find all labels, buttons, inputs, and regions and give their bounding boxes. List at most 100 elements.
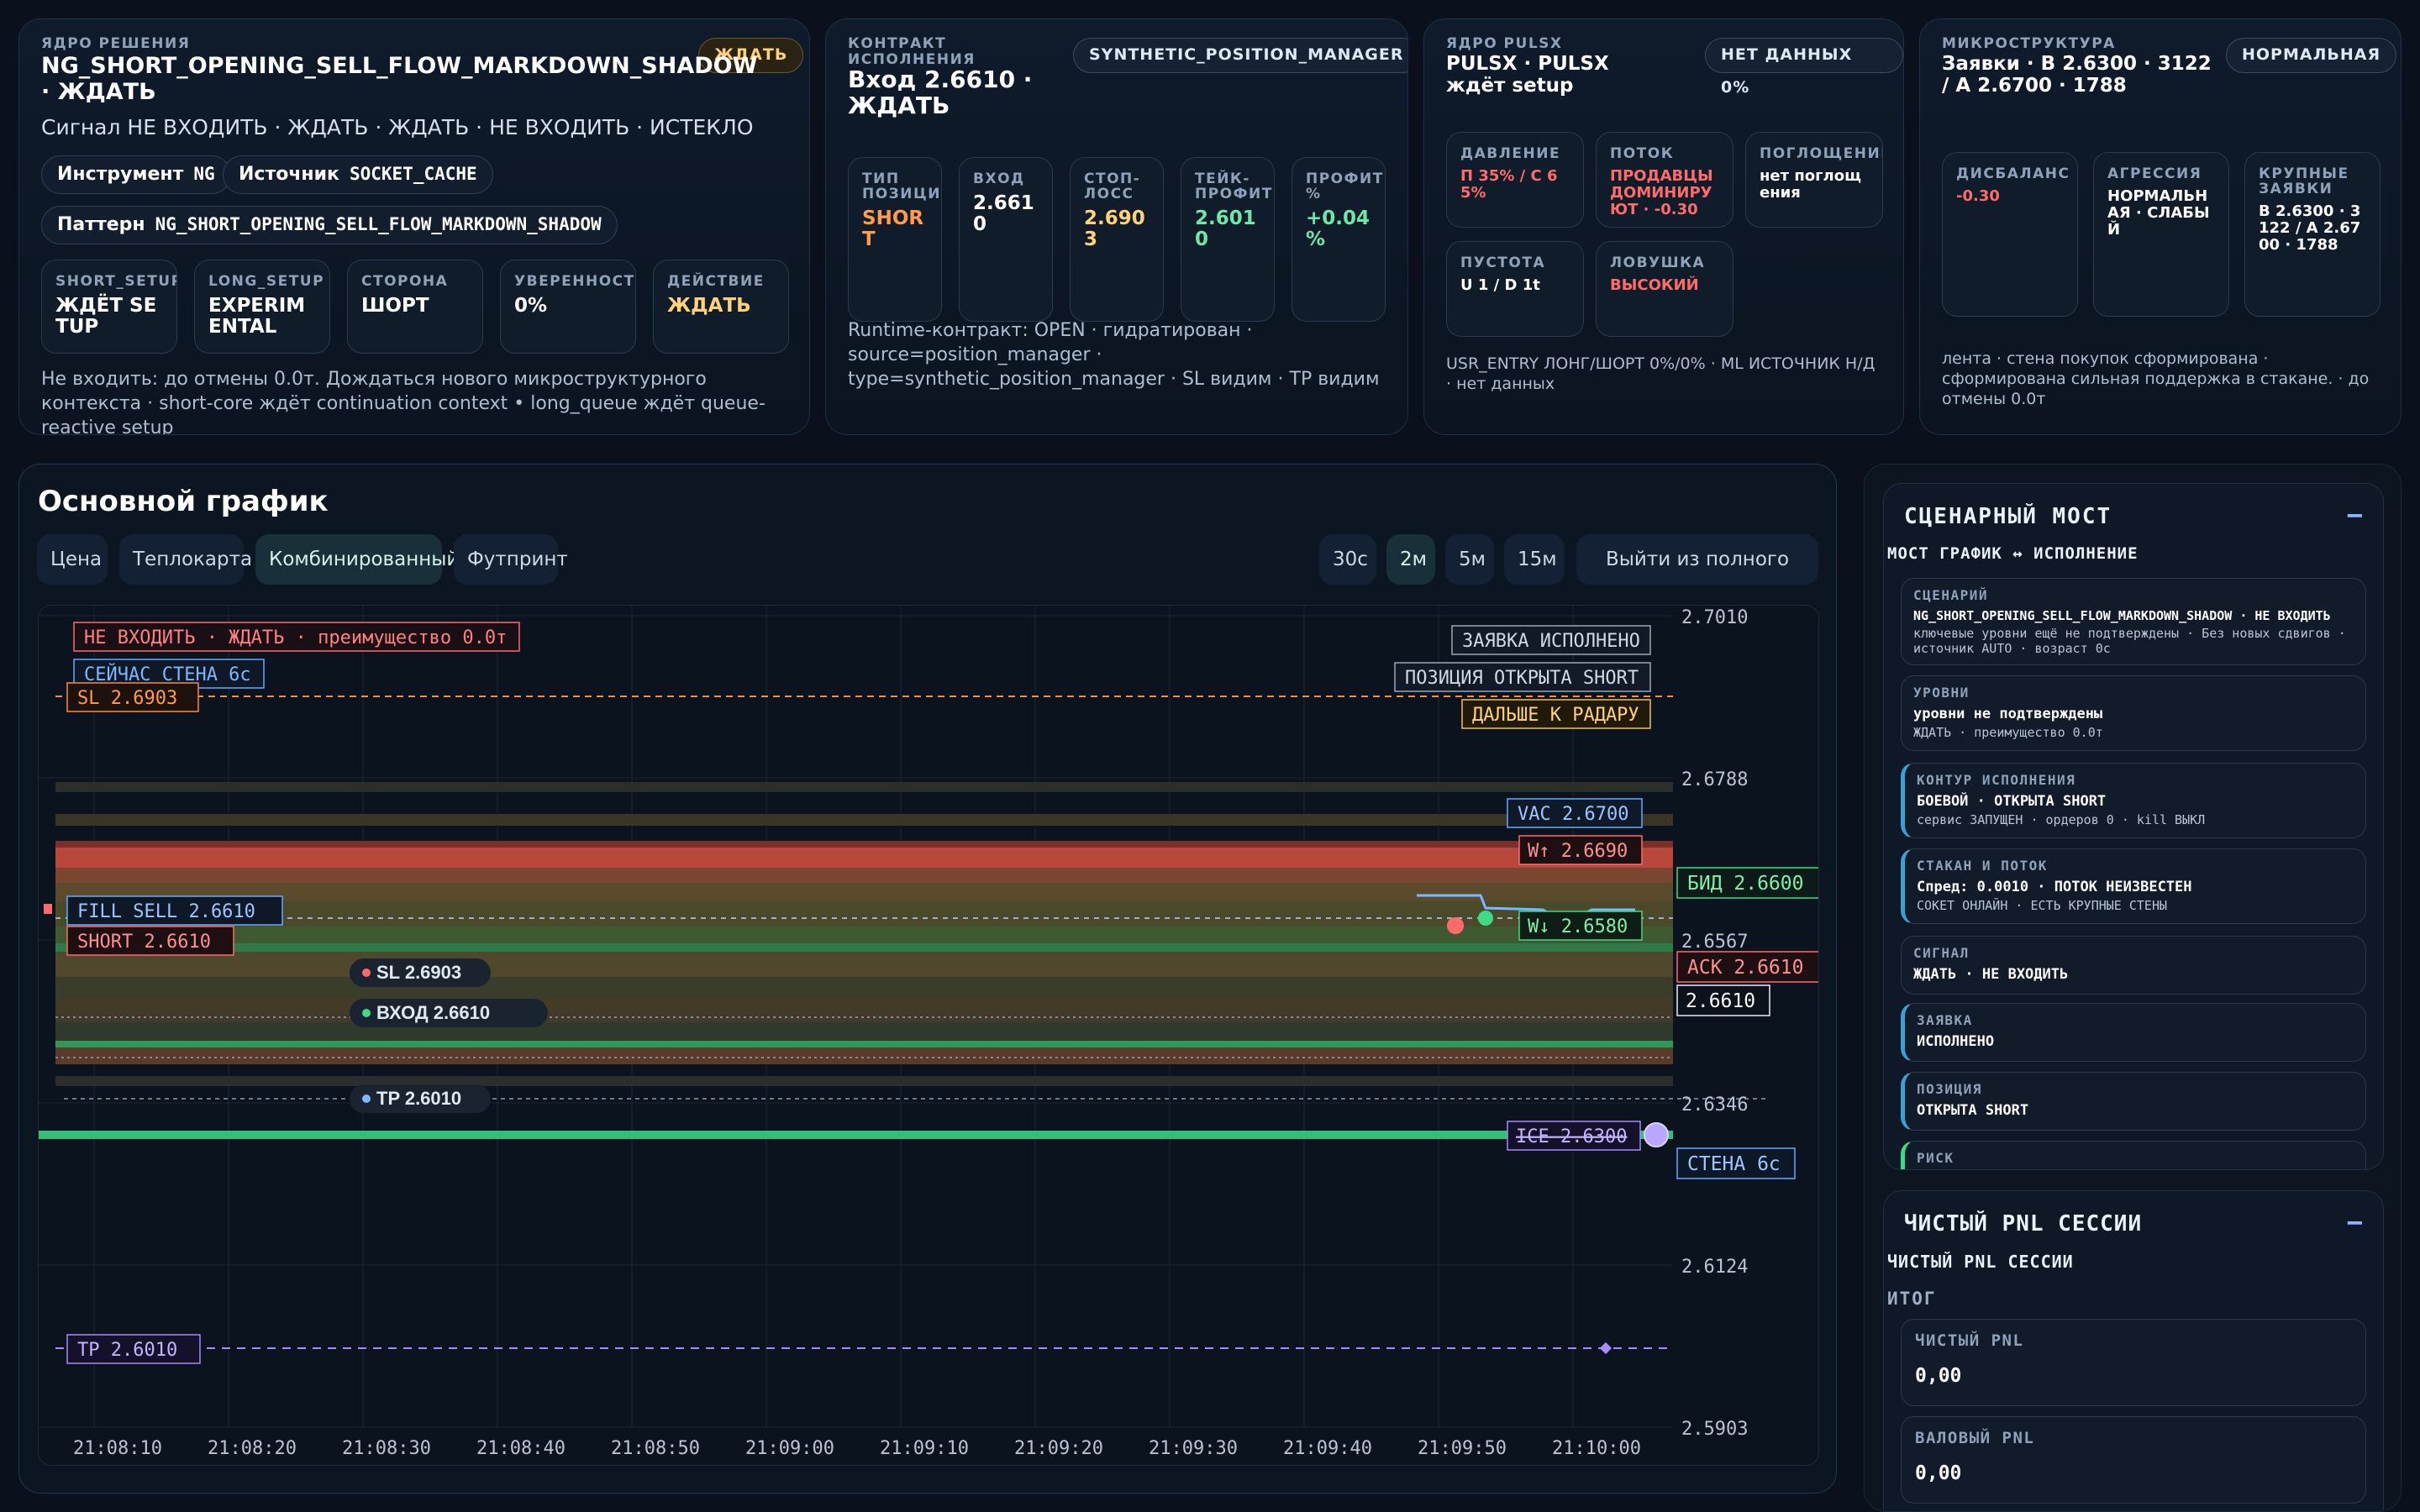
tag-value: SOCKET_CACHE <box>349 164 477 184</box>
card-title: NG_SHORT_OPENING_SELL_FLOW_MARKDOWN_SHAD… <box>41 53 757 105</box>
cell-value: U 1 / D 1t <box>1460 276 1540 294</box>
bid-label: БИД 2.6600 <box>1687 873 1803 895</box>
data-badge: НЕТ ДАННЫХ 0% <box>1705 38 1903 97</box>
cell-value: нет поглощения <box>1760 167 1861 202</box>
bridge-section-position: ПОЗИЦИЯ ОТКРЫТА SHORT <box>1901 1072 2366 1131</box>
contract-cell: ВХОД 2.6610 <box>959 157 1053 322</box>
interval-30s[interactable]: 30с <box>1319 534 1376 585</box>
section-sub: ЖДАТЬ · преимущество 0.0т <box>1913 725 2103 740</box>
pulsx-cell: ПОТОК ПРОДАВЦЫ ДОМИНИРУЮТ · -0.30 <box>1596 132 1733 228</box>
micro-cell: КРУПНЫЕ ЗАЯВКИ В 2.6300 · 3122 / А 2.6700… <box>2244 152 2381 317</box>
exit-fullscreen-button[interactable]: Выйти из полного экрана <box>1576 534 1818 621</box>
bridge-section-execution: КОНТУР ИСПОЛНЕНИЯ БОЕВОЙ · ОТКРЫТА SHORT с… <box>1901 763 2366 838</box>
bridge-section-order: ЗАЯВКА ИСПОЛНЕНО <box>1901 1003 2366 1062</box>
x-tick-label: 21:09:40 <box>1283 1438 1372 1459</box>
section-title: ЗАЯВКА <box>1917 1012 1973 1028</box>
y-tick-label: 2.6788 <box>1681 769 1748 790</box>
cell-label: SHORT_SETUP <box>55 273 177 290</box>
heat-band <box>55 943 1673 952</box>
interval-15m[interactable]: 15м <box>1504 534 1565 585</box>
cell-value: SHORT <box>862 207 924 250</box>
fill-marker <box>44 904 52 914</box>
y-tick-label: 2.6567 <box>1681 932 1748 953</box>
x-tick-label: 21:08:40 <box>476 1438 566 1459</box>
y-axis: 2.7010 2.6788 2.6567 2.6346 2.6124 2.590… <box>1681 607 1748 1440</box>
signal-text: Сигнал НЕ ВХОДИТЬ · ЖДАТЬ · ЖДАТЬ · НЕ В… <box>41 115 754 139</box>
interval-5m[interactable]: 5м <box>1445 534 1494 585</box>
x-tick-label: 21:10:00 <box>1552 1438 1641 1459</box>
tp-annotation: TP 2.6010 <box>77 1340 177 1361</box>
bridge-section-levels: УРОВНИ уровни не подтверждены ЖДАТЬ · преи… <box>1901 675 2366 751</box>
metric-cell: SHORT_SETUP ЖДЁТ SETUP <box>41 260 177 354</box>
cell-label: ТЕЙК-ПРОФИТ <box>1195 171 1273 202</box>
tab-combined[interactable]: Комбинированный <box>255 534 459 585</box>
ice-dot <box>1644 1122 1669 1147</box>
total-label: ИТОГ <box>1887 1289 1937 1309</box>
tab-footprint[interactable]: Футпринт <box>454 534 568 585</box>
tp-pill-label: TP 2.6010 <box>376 1088 461 1109</box>
cell-value: 2.6903 <box>1084 207 1145 250</box>
manager-badge: SYNTHETIC_POSITION_MANAGER <box>1073 38 1407 73</box>
cell-label: СТОП-ЛОСС <box>1084 171 1141 202</box>
tag-label: Паттерн <box>57 214 145 235</box>
cell-value: НОРМАЛЬНАЯ · СЛАБЫЙ <box>2107 187 2210 239</box>
x-tick-label: 21:09:00 <box>745 1438 834 1459</box>
collapse-button[interactable]: − <box>2347 499 2363 531</box>
section-value: NG_SHORT_OPENING_SELL_FLOW_MARKDOWN_SHAD… <box>1913 608 2331 623</box>
panel-subtitle: ЧИСТЫЙ PNL СЕССИИ <box>1887 1252 2074 1272</box>
section-value: БОЕВОЙ · ОТКРЫТА SHORT <box>1917 793 2107 810</box>
cell-value: +0.04 % <box>1306 207 1370 250</box>
gross-pnl-value: 0,00 <box>1915 1462 1962 1484</box>
net-pnl-label: ЧИСТЫЙ PNL <box>1915 1331 2024 1350</box>
heat-band <box>55 1041 1673 1047</box>
tab-heatmap[interactable]: Теплокарта <box>119 534 252 585</box>
pulsx-cell: ПОГЛОЩЕНИЕ нет поглощения <box>1745 132 1883 228</box>
chart-canvas[interactable]: 2.7010 2.6788 2.6567 2.6346 2.6124 2.590… <box>38 605 1819 1466</box>
cell-value: ЖДАТЬ <box>667 295 751 317</box>
pattern-tag: Паттерн NG_SHORT_OPENING_SELL_FLOW_MARKDO… <box>41 206 618 244</box>
interval-2m[interactable]: 2м <box>1386 534 1435 585</box>
tag-label: Источник <box>239 164 339 185</box>
pulsx-cell: ЛОВУШКА ВЫСОКИЙ <box>1596 241 1733 337</box>
instrument-tag: Инструмент NG <box>41 155 231 194</box>
cell-label: УВЕРЕННОСТЬ <box>514 273 636 290</box>
net-pnl-box: ЧИСТЫЙ PNL 0,00 <box>1901 1319 2366 1406</box>
cell-label: АГРЕССИЯ <box>2107 165 2202 182</box>
chart-svg: 2.7010 2.6788 2.6567 2.6346 2.6124 2.590… <box>39 606 1818 1459</box>
cell-label: LONG_SETUP <box>208 273 325 290</box>
source-tag: Источник SOCKET_CACHE <box>223 155 493 194</box>
entry-pill-label: ВХОД 2.6610 <box>376 1002 490 1023</box>
cell-value: EXPERIMENTAL <box>208 295 306 338</box>
pulsx-cell: ПУСТОТА U 1 / D 1t <box>1446 241 1584 337</box>
metric-cell: ДЕЙСТВИЕ ЖДАТЬ <box>653 260 789 354</box>
cell-label: ДЕЙСТВИЕ <box>667 273 765 290</box>
ask-label: АСК 2.6610 <box>1687 957 1803 979</box>
section-value: ЖДАТЬ · НЕ ВХОДИТЬ <box>1913 966 2069 983</box>
section-title: РИСК <box>1917 1150 1954 1166</box>
tab-price[interactable]: Цена <box>37 534 108 585</box>
heat-band <box>55 814 1673 826</box>
section-title: СЦЕНАРИЙ <box>1913 587 1989 603</box>
heat-band <box>55 841 1673 848</box>
cell-label: ВХОД <box>973 171 1025 187</box>
card-note: USR_ENTRY ЛОНГ/ШОРТ 0%/0% · ML ИСТОЧНИК … <box>1446 354 1876 393</box>
section-title: КОНТУР ИСПОЛНЕНИЯ <box>1917 772 2076 788</box>
section-title: СИГНАЛ <box>1913 945 1970 961</box>
short-annotation: SHORT 2.6610 <box>77 932 211 953</box>
x-tick-label: 21:09:10 <box>880 1438 969 1459</box>
cell-value: 0% <box>514 295 548 317</box>
card-label: ЯДРО PULSX <box>1446 35 1563 52</box>
fill-sell-annotation: FILL SELL 2.6610 <box>77 901 255 922</box>
scenario-bridge-panel: СЦЕНАРНЫЙ МОСТ − МОСТ ГРАФИК ↔ ИСПОЛНЕНИ… <box>1883 483 2384 1170</box>
contract-cell: ТИП ПОЗИЦИИ SHORT <box>848 157 942 322</box>
bridge-section-book: СТАКАН И ПОТОК Спред: 0.0010 · ПОТОК НЕИЗ… <box>1901 848 2366 924</box>
panel-title: СЦЕНАРНЫЙ МОСТ <box>1904 504 2112 529</box>
gross-pnl-box: ВАЛОВЫЙ PNL 0,00 <box>1901 1416 2366 1504</box>
heat-band <box>55 977 1673 999</box>
collapse-button[interactable]: − <box>2347 1206 2363 1238</box>
card-label: МИКРОСТРУКТУРА <box>1942 35 2116 52</box>
w-down-annotation: W↓ 2.6580 <box>1528 916 1628 937</box>
contract-cell: ПРОФИТ % +0.04 % <box>1292 157 1386 322</box>
card-label: КОНТРАКТ ИСПОЛНЕНИЯ <box>848 35 976 68</box>
radar-annotation: ДАЛЬШЕ К РАДАРУ <box>1472 705 1639 726</box>
